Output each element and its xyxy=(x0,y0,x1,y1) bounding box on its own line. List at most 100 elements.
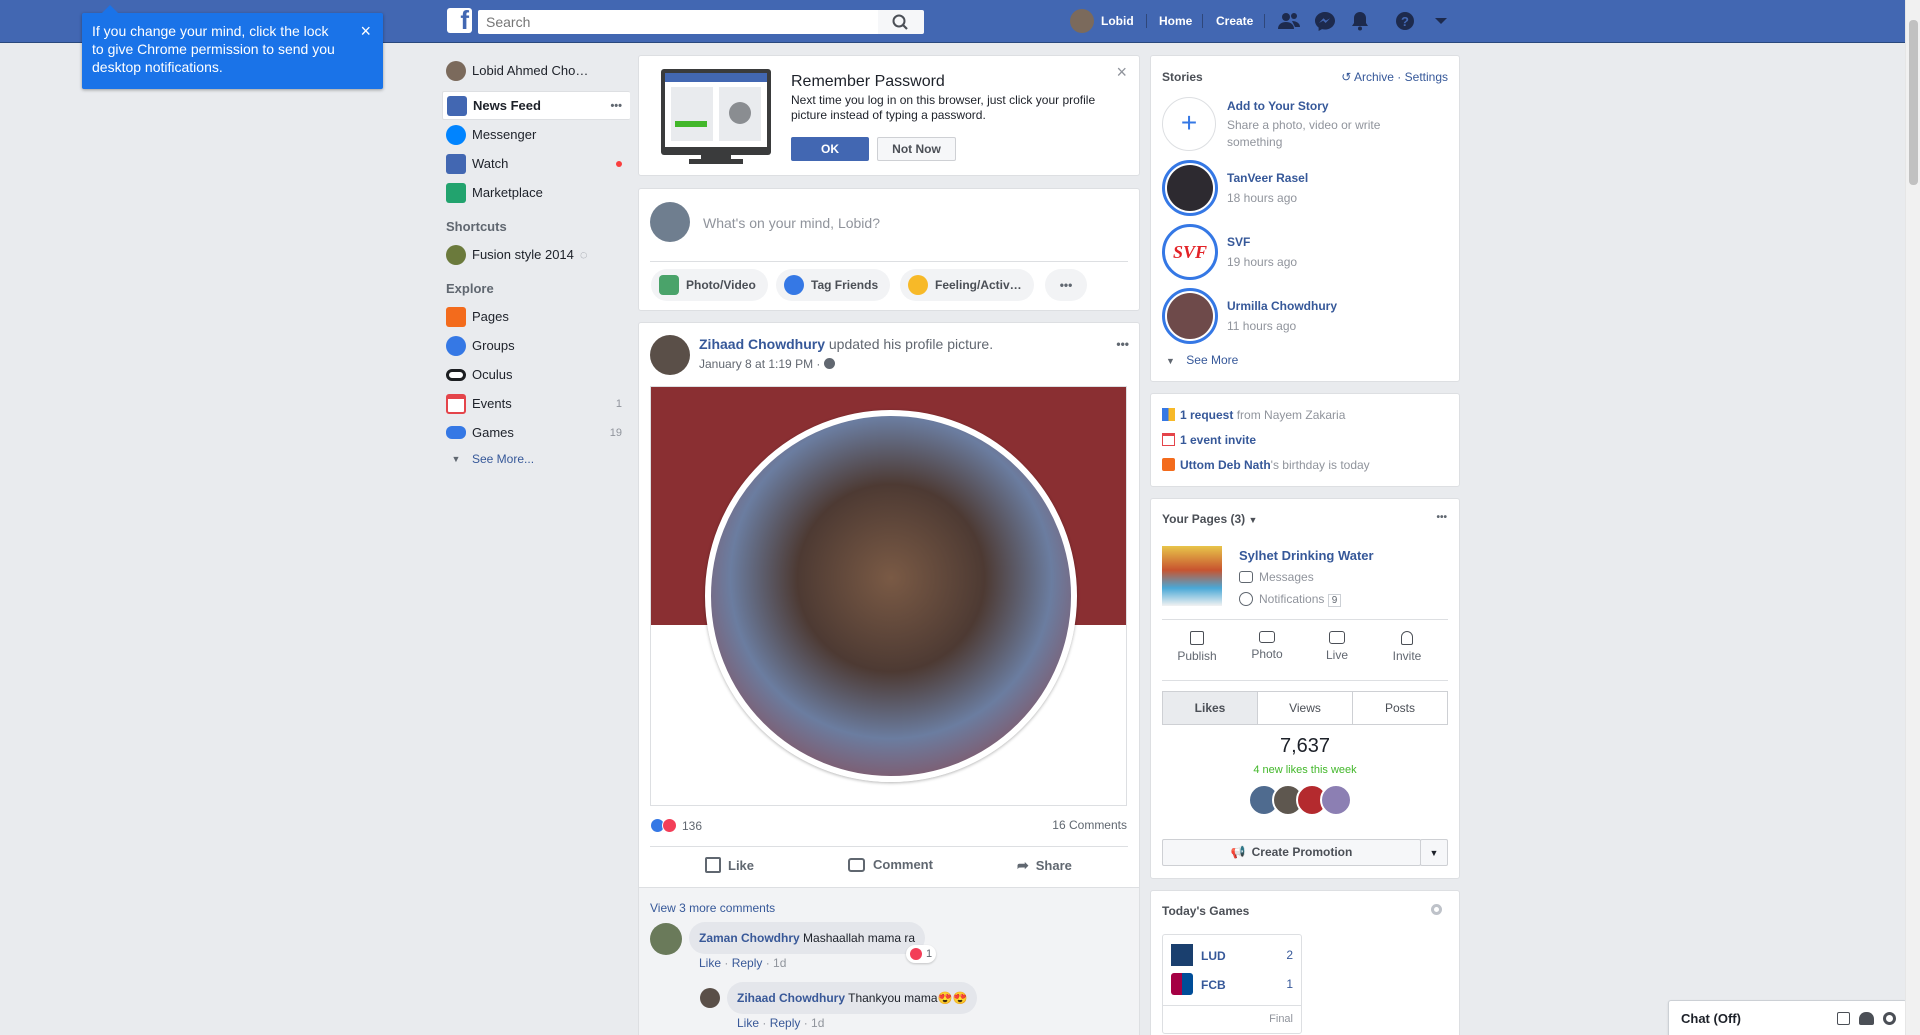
story-name[interactable]: SVF xyxy=(1227,235,1250,249)
event-invite-row[interactable]: 1 event invite xyxy=(1162,433,1256,447)
see-more-link[interactable]: ▼ See More... xyxy=(442,447,630,471)
sidebar-item-pages[interactable]: Pages xyxy=(442,302,630,331)
comment-like-link[interactable]: Like xyxy=(699,956,721,970)
comment-reaction-badge[interactable]: 1 xyxy=(906,945,937,963)
story-avatar-urmilla[interactable] xyxy=(1162,288,1218,344)
facebook-logo-icon[interactable]: f xyxy=(447,5,472,35)
tag-friends-button[interactable]: Tag Friends xyxy=(776,269,891,301)
story-name[interactable]: TanVeer Rasel xyxy=(1227,171,1308,185)
comment-like-link[interactable]: Like xyxy=(737,1016,759,1030)
comment-reply-link[interactable]: Reply xyxy=(770,1016,801,1030)
your-pages-title[interactable]: Your Pages (3) ▼ xyxy=(1162,512,1257,526)
account-menu-chevron-icon[interactable] xyxy=(1430,11,1452,31)
friend-request-row[interactable]: 1 request from Nayem Zakaria xyxy=(1162,408,1345,422)
post-author-link[interactable]: Zihaad Chowdhury xyxy=(699,336,825,352)
comment-author-link[interactable]: Zaman Chowdhry xyxy=(699,931,800,945)
more-options-button[interactable]: ••• xyxy=(1045,269,1087,301)
news-feed-icon xyxy=(447,95,467,116)
scrollbar[interactable] xyxy=(1905,0,1920,1035)
stories-see-more-link[interactable]: ▼ See More xyxy=(1166,353,1238,367)
commenter-avatar[interactable] xyxy=(700,988,720,1008)
close-icon[interactable]: × xyxy=(1116,62,1127,83)
like-button[interactable]: Like xyxy=(705,857,754,873)
birthday-row[interactable]: Uttom Deb Nath's birthday is today xyxy=(1162,458,1370,472)
share-button[interactable]: ➦ Share xyxy=(1017,857,1072,874)
live-action[interactable]: Live xyxy=(1302,631,1372,662)
comment-button[interactable]: Comment xyxy=(848,857,933,872)
friend-requests-icon[interactable] xyxy=(1278,11,1300,31)
comment-time[interactable]: 1d xyxy=(811,1016,824,1030)
reactions-summary[interactable]: 136 xyxy=(650,818,702,833)
stories-settings-link[interactable]: Settings xyxy=(1405,70,1448,84)
feeling-activity-button[interactable]: Feeling/Activ… xyxy=(900,269,1034,301)
game-score-card[interactable]: LUD 2 FCB 1 Final xyxy=(1162,934,1302,1034)
sidebar-item-games[interactable]: Games 19 xyxy=(442,418,630,447)
gear-icon[interactable] xyxy=(1883,1012,1896,1025)
sidebar-item-fusion-style[interactable]: Fusion style 2014 ◌ xyxy=(442,240,630,269)
tab-views[interactable]: Views xyxy=(1257,691,1353,725)
close-icon[interactable]: × xyxy=(360,22,371,40)
promotion-dropdown-button[interactable]: ▼ xyxy=(1420,839,1448,866)
story-avatar-svf[interactable]: SVF xyxy=(1162,224,1218,280)
groups-icon xyxy=(446,335,466,356)
tab-likes[interactable]: Likes xyxy=(1162,691,1258,725)
post-image[interactable] xyxy=(650,386,1127,806)
page-name-link[interactable]: Sylhet Drinking Water xyxy=(1239,548,1374,563)
likers-avatars[interactable] xyxy=(1248,784,1352,816)
gear-icon[interactable] xyxy=(1431,904,1442,915)
photo-action[interactable]: Photo xyxy=(1232,631,1302,661)
ok-button[interactable]: OK xyxy=(791,137,869,161)
archive-link[interactable]: Archive xyxy=(1354,70,1394,84)
composer-input[interactable]: What's on your mind, Lobid? xyxy=(703,215,880,231)
publish-action[interactable]: Publish xyxy=(1162,631,1232,663)
archive-icon: ↺ xyxy=(1341,70,1352,84)
page-messages-link[interactable]: Messages xyxy=(1239,570,1314,584)
create-link[interactable]: Create xyxy=(1216,8,1253,34)
home-link[interactable]: Home xyxy=(1159,8,1192,34)
more-options-icon[interactable]: ••• xyxy=(610,100,622,112)
story-avatar-tanveer[interactable] xyxy=(1162,160,1218,216)
sidebar-item-marketplace[interactable]: Marketplace xyxy=(442,178,630,207)
svg-text:?: ? xyxy=(1401,14,1409,29)
comment-bubble-icon xyxy=(848,857,865,872)
search-button[interactable] xyxy=(878,10,924,34)
comment-reply-link[interactable]: Reply xyxy=(732,956,763,970)
tab-posts[interactable]: Posts xyxy=(1352,691,1448,725)
new-message-icon[interactable] xyxy=(1837,1012,1850,1025)
more-options-icon[interactable]: ••• xyxy=(1436,512,1447,523)
story-name[interactable]: Urmilla Chowdhury xyxy=(1227,299,1337,313)
help-icon[interactable]: ? xyxy=(1394,11,1416,31)
comment-author-link[interactable]: Zihaad Chowdhury xyxy=(737,991,845,1005)
create-promotion-button[interactable]: 📢 Create Promotion xyxy=(1162,839,1421,866)
sidebar-item-news-feed[interactable]: News Feed ••• xyxy=(442,91,630,120)
add-story-title[interactable]: Add to Your Story xyxy=(1227,99,1329,113)
photo-video-button[interactable]: Photo/Video xyxy=(651,269,768,301)
not-now-button[interactable]: Not Now xyxy=(877,137,956,161)
your-pages-card: Your Pages (3) ▼ ••• Sylhet Drinking Wat… xyxy=(1150,498,1460,879)
sidebar-item-groups[interactable]: Groups xyxy=(442,331,630,360)
author-avatar[interactable] xyxy=(650,335,690,375)
scrollbar-thumb[interactable] xyxy=(1909,20,1918,185)
sidebar-item-events[interactable]: Events 1 xyxy=(442,389,630,418)
commenter-avatar[interactable] xyxy=(650,923,682,955)
page-notifications-link[interactable]: Notifications 9 xyxy=(1239,592,1342,607)
chat-bar[interactable]: Chat (Off) xyxy=(1668,1000,1907,1035)
profile-link[interactable]: Lobid xyxy=(1070,8,1134,34)
sidebar-item-profile[interactable]: Lobid Ahmed Cho… xyxy=(442,56,630,85)
messenger-icon[interactable] xyxy=(1314,11,1336,31)
sidebar-item-watch[interactable]: Watch xyxy=(442,149,630,178)
comment-time[interactable]: 1d xyxy=(773,956,786,970)
oculus-icon xyxy=(446,368,466,381)
new-group-icon[interactable] xyxy=(1859,1012,1874,1025)
view-more-comments-link[interactable]: View 3 more comments xyxy=(650,901,775,915)
post-timestamp[interactable]: January 8 at 1:19 PM · xyxy=(699,357,824,371)
more-options-icon[interactable]: ••• xyxy=(1116,337,1129,351)
comments-count-link[interactable]: 16 Comments xyxy=(1052,818,1127,832)
invite-action[interactable]: Invite xyxy=(1372,631,1442,663)
sidebar-item-messenger[interactable]: Messenger xyxy=(442,120,630,149)
add-story-button[interactable]: + xyxy=(1162,97,1216,151)
page-thumbnail[interactable] xyxy=(1162,546,1222,606)
sidebar-item-oculus[interactable]: Oculus xyxy=(442,360,630,389)
notifications-bell-icon[interactable] xyxy=(1349,11,1371,31)
search-input[interactable] xyxy=(478,10,878,34)
